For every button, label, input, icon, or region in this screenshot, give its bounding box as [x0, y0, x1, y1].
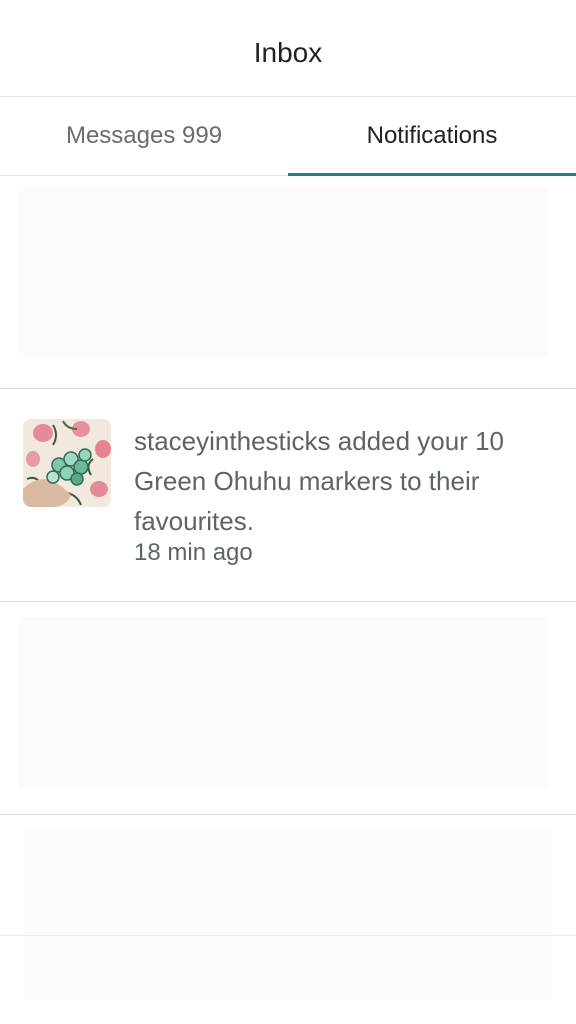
notification-item[interactable]: staceyinthesticks added your 10 Green Oh…	[0, 389, 576, 601]
tab-notifications[interactable]: Notifications	[288, 97, 576, 175]
markers-photo-image	[23, 419, 111, 507]
notification-text: staceyinthesticks added your 10 Green Oh…	[134, 426, 504, 536]
page-title: Inbox	[253, 37, 323, 68]
divider	[0, 814, 576, 815]
tab-messages[interactable]: Messages 999	[0, 97, 288, 175]
loading-placeholder	[24, 828, 552, 1000]
header: Inbox	[0, 0, 576, 97]
tab-bar: Messages 999 Notifications	[0, 97, 576, 176]
listing-thumbnail[interactable]	[23, 419, 111, 507]
loading-placeholder	[18, 617, 548, 789]
divider	[0, 601, 576, 602]
loading-placeholder	[18, 186, 548, 358]
active-tab-indicator	[288, 173, 576, 176]
notification-time: 18 min ago	[134, 539, 253, 566]
divider	[0, 935, 576, 936]
